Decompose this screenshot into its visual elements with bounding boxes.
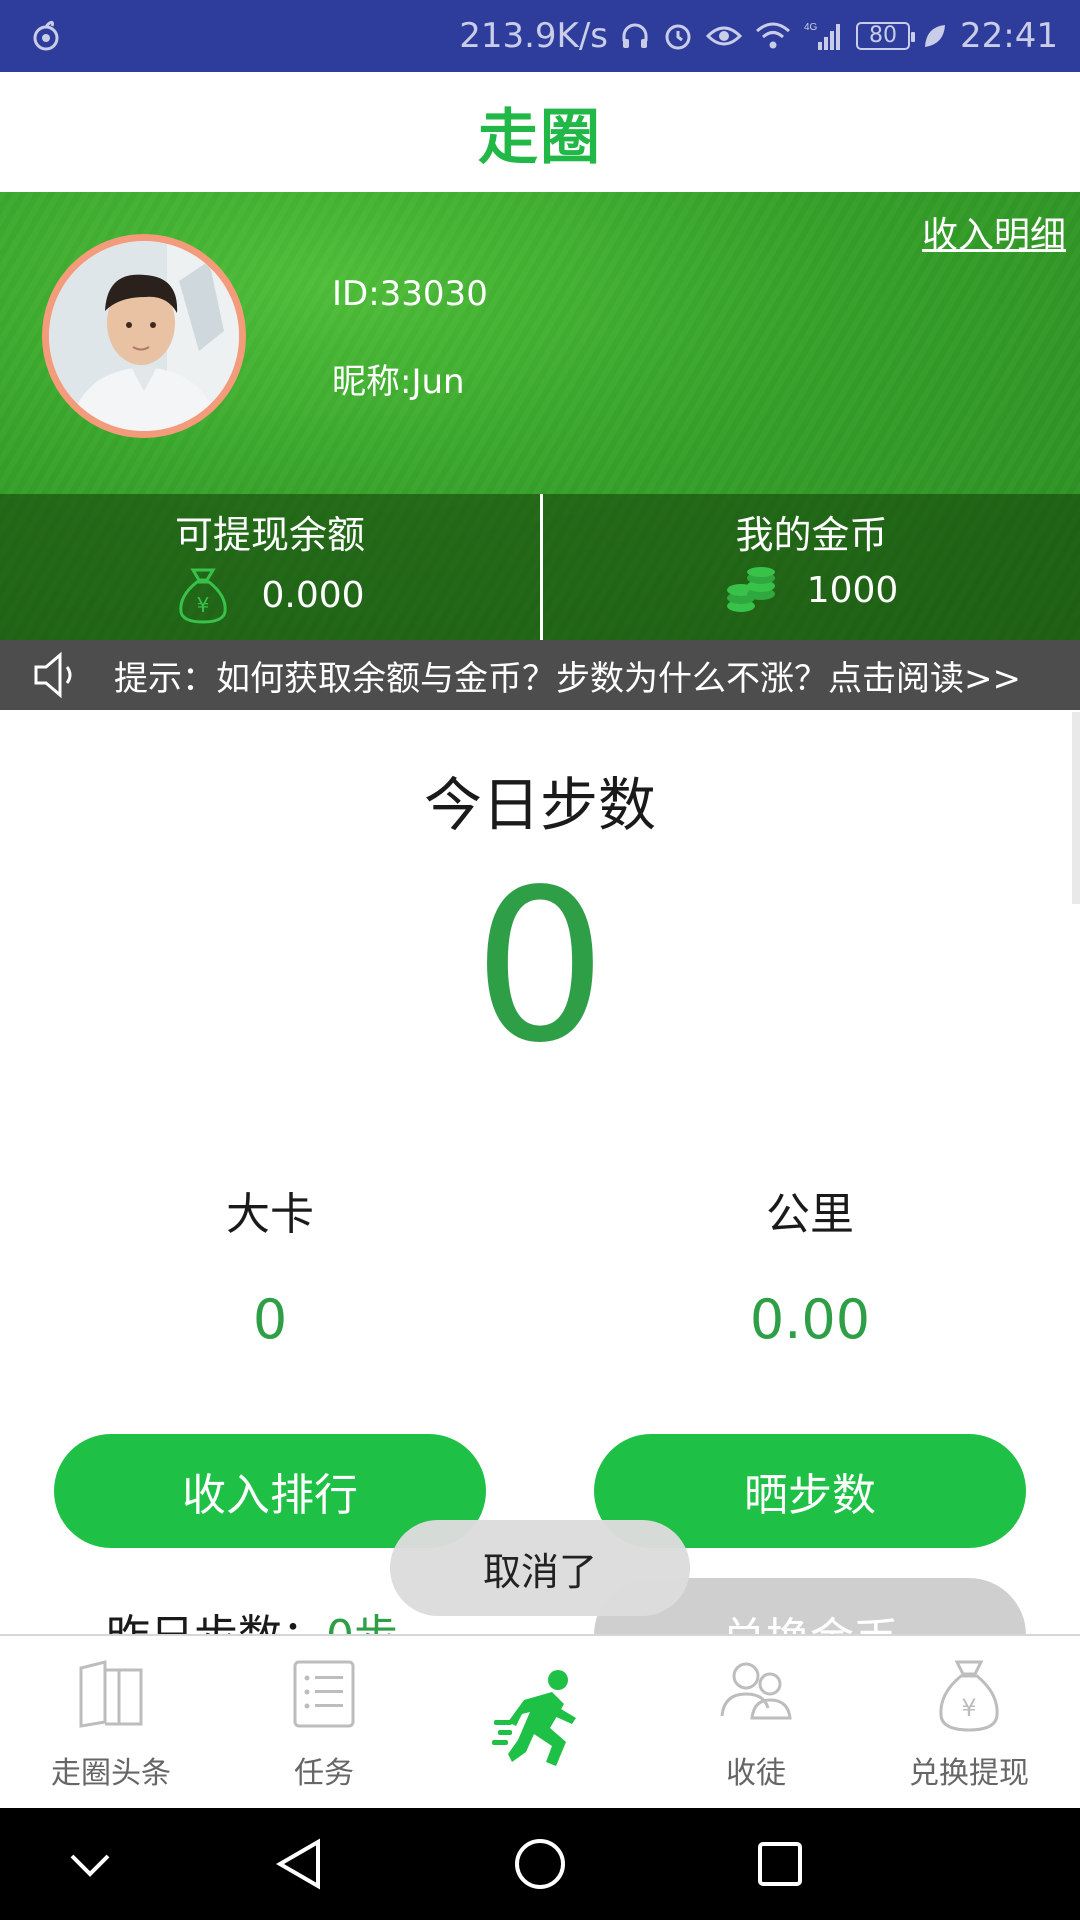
page-title: 走圈 bbox=[478, 102, 602, 173]
alarm-icon bbox=[665, 24, 691, 50]
toast-message: 取消了 bbox=[390, 1520, 690, 1616]
balance-value: 0.000 bbox=[261, 574, 365, 616]
notice-text: 提示：如何获取余额与金币？步数为什么不涨？点击阅读>> bbox=[114, 658, 1021, 699]
distance-stat: 公里 0.00 bbox=[540, 1178, 1080, 1351]
network-speed: 213.9K/s bbox=[459, 16, 609, 56]
wifi-icon bbox=[756, 22, 791, 49]
recents-icon[interactable] bbox=[752, 1836, 808, 1892]
distance-value: 0.00 bbox=[749, 1288, 871, 1351]
tab-label: 走圈头条 bbox=[51, 1756, 171, 1791]
speaker-icon bbox=[34, 651, 72, 699]
coins-label: 我的金币 bbox=[735, 513, 888, 557]
system-nav-bar bbox=[0, 1808, 1080, 1920]
tab-label: 任务 bbox=[294, 1756, 354, 1791]
tab-headlines[interactable]: 走圈头条 bbox=[0, 1636, 222, 1808]
calories-stat: 大卡 0 bbox=[0, 1178, 540, 1351]
calories-label: 大卡 bbox=[226, 1189, 314, 1240]
withdrawable-balance[interactable]: 可提现余额 ¥ 0.000 bbox=[0, 494, 540, 640]
collapse-icon[interactable] bbox=[64, 1836, 116, 1892]
tab-apprentice[interactable]: 收徒 bbox=[654, 1636, 858, 1808]
tab-exchange-withdraw[interactable]: ¥ 兑换提现 bbox=[858, 1636, 1080, 1808]
notice-bar[interactable]: 提示：如何获取余额与金币？步数为什么不涨？点击阅读>> bbox=[0, 640, 1080, 710]
battery-icon: 80 bbox=[856, 22, 916, 50]
coins-value: 1000 bbox=[806, 569, 899, 611]
app-header: 走圈 bbox=[0, 72, 1080, 192]
leaf-icon bbox=[925, 25, 946, 47]
avatar-photo bbox=[49, 241, 239, 431]
avatar[interactable] bbox=[42, 234, 246, 438]
user-id: ID:33030 bbox=[332, 274, 488, 314]
distance-label: 公里 bbox=[766, 1189, 854, 1240]
headphones-icon bbox=[622, 23, 648, 48]
task-list-icon bbox=[293, 1660, 355, 1728]
svg-text:4G: 4G bbox=[804, 22, 818, 33]
app-notification-icon bbox=[33, 20, 59, 51]
back-icon[interactable] bbox=[272, 1836, 328, 1892]
coins-icon bbox=[726, 567, 775, 612]
book-icon bbox=[79, 1660, 143, 1728]
svg-text:¥: ¥ bbox=[961, 1694, 976, 1722]
cellular-signal-icon: 4G bbox=[804, 22, 841, 50]
my-coins[interactable]: 我的金币 1000 bbox=[540, 494, 1080, 640]
balance-label: 可提现余额 bbox=[174, 513, 365, 557]
status-bar: 213.9K/s 4G 80 22:41 bbox=[0, 0, 1080, 72]
today-steps-value: 0 bbox=[473, 844, 607, 1089]
scrollbar[interactable] bbox=[1072, 712, 1080, 904]
home-icon[interactable] bbox=[512, 1836, 568, 1892]
tab-walk[interactable] bbox=[426, 1636, 654, 1808]
income-detail-link[interactable]: 收入明细 bbox=[922, 206, 1066, 258]
runner-icon bbox=[492, 1670, 576, 1766]
money-bag-icon: ¥ bbox=[179, 568, 228, 624]
svg-text:¥: ¥ bbox=[197, 593, 210, 617]
tab-label: 兑换提现 bbox=[909, 1756, 1029, 1791]
money-bag-icon: ¥ bbox=[939, 1660, 999, 1732]
tab-tasks[interactable]: 任务 bbox=[222, 1636, 426, 1808]
tab-label: 收徒 bbox=[726, 1756, 786, 1791]
balance-row: 可提现余额 ¥ 0.000 我的金币 1000 bbox=[0, 494, 1080, 640]
people-icon bbox=[720, 1662, 792, 1720]
calories-value: 0 bbox=[252, 1288, 288, 1351]
today-steps-label: 今日步数 bbox=[423, 771, 656, 839]
profile-header: 收入明细 ID:33030 昵称:Jun 可提现余额 ¥ 0.000 我的金币 … bbox=[0, 192, 1080, 640]
bottom-tab-bar: 走圈头条 任务 收徒 ¥ 兑换提现 bbox=[0, 1634, 1080, 1808]
user-nickname: 昵称:Jun bbox=[332, 362, 465, 402]
clock: 22:41 bbox=[960, 16, 1058, 56]
eye-icon bbox=[706, 26, 743, 46]
